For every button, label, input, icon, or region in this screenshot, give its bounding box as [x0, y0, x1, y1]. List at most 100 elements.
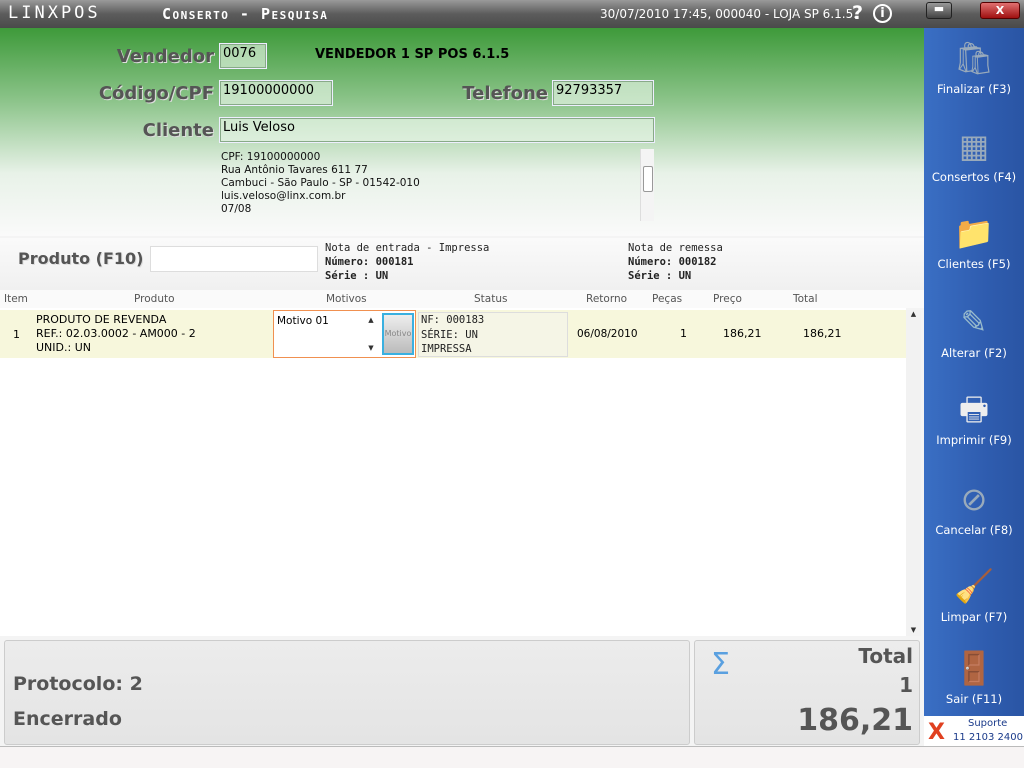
codigo-cpf-input[interactable]: 19100000000: [219, 80, 333, 106]
session-info: 30/07/2010 17:45, 000040 - LOJA SP 6.1.5…: [600, 7, 858, 21]
protocol-status: Encerrado: [13, 708, 122, 730]
broom-icon: 🧹: [954, 567, 994, 605]
window-title: Conserto - Pesquisa: [162, 5, 329, 23]
button-label: Cancelar (F8): [935, 523, 1013, 537]
cell-total: 186,21: [803, 327, 842, 340]
col-motivos[interactable]: Motivos: [326, 293, 367, 305]
cell-produto: PRODUTO DE REVENDA REF.: 02.03.0002 - AM…: [36, 313, 196, 355]
exit-door-icon: 🚪: [954, 649, 994, 687]
col-produto[interactable]: Produto: [134, 293, 175, 305]
cancel-icon: ⊘: [960, 480, 988, 518]
edit-icon: ✎: [960, 303, 988, 341]
address-line: Rua Antônio Tavares 611 77: [221, 164, 368, 176]
protocol-number: Protocolo: 2: [13, 673, 143, 695]
status-serie: SÉRIE: UN: [421, 328, 478, 341]
nota-remessa-serie: Série : UN: [628, 270, 692, 282]
folder-users-icon: 📁: [954, 214, 994, 252]
limpar-button[interactable]: 🧹 Limpar (F7): [924, 558, 1024, 646]
finalizar-button[interactable]: 🛍 Finalizar (F3): [924, 30, 1024, 118]
button-label: Alterar (F2): [941, 346, 1007, 360]
button-label: Imprimir (F9): [936, 433, 1012, 447]
address-line: luis.veloso@linx.com.br: [221, 190, 346, 202]
cell-status: NF: 000183 SÉRIE: UN IMPRESSA: [418, 312, 568, 357]
nota-entrada-title: Nota de entrada - Impressa: [325, 242, 490, 254]
nota-entrada: Nota de entrada - Impressa Número: 00018…: [325, 241, 489, 283]
cliente-label: Cliente: [142, 120, 214, 141]
col-item[interactable]: Item: [4, 293, 28, 305]
sigma-icon: Σ: [711, 647, 730, 682]
action-sidebar: 🛍 Finalizar (F3) ▦ Consertos (F4) 📁 Cliente…: [924, 28, 1024, 716]
produto-input[interactable]: [150, 246, 318, 272]
nota-entrada-numero: Número: 000181: [325, 256, 414, 268]
button-label: Consertos (F4): [931, 170, 1017, 184]
produto-ref: REF.: 02.03.0002 - AM000 - 2: [36, 327, 196, 340]
shopping-bag-icon: 🛍: [953, 39, 995, 77]
col-preco[interactable]: Preço: [713, 293, 742, 305]
status-state: IMPRESSA: [421, 343, 472, 355]
info-icon[interactable]: i: [873, 4, 892, 23]
motivo-button[interactable]: Motivo: [382, 313, 414, 355]
nota-remessa-numero: Número: 000182: [628, 256, 717, 268]
produto-label: Produto (F10): [18, 249, 144, 268]
address-scrollbar[interactable]: [640, 149, 654, 221]
status-nf: NF: 000183: [421, 314, 485, 326]
app-logo: LINXPOS: [8, 3, 101, 23]
produto-name: PRODUTO DE REVENDA: [36, 313, 167, 326]
table-scrollbar[interactable]: ▲ ▼: [906, 310, 921, 636]
telefone-label: Telefone: [462, 83, 548, 104]
document-icon: ▦: [958, 127, 990, 165]
cell-item: 1: [13, 328, 20, 341]
printer-icon: 🖶: [958, 390, 990, 428]
cliente-input[interactable]: Luis Veloso: [219, 117, 655, 143]
close-button[interactable]: X: [980, 2, 1020, 19]
motivo-scrollbar[interactable]: ▲ ▼: [364, 313, 378, 355]
client-address: CPF: 19100000000 Rua Antônio Tavares 611…: [221, 151, 420, 216]
col-status[interactable]: Status: [474, 293, 507, 305]
title-bar: LINXPOS Conserto - Pesquisa 30/07/2010 1…: [0, 0, 1024, 28]
produto-unid: UNID.: UN: [36, 341, 91, 354]
col-total[interactable]: Total: [793, 293, 818, 305]
table-header: Item Produto Motivos Status Retorno Peça…: [0, 290, 924, 308]
scroll-thumb[interactable]: [643, 166, 653, 192]
consertos-button[interactable]: ▦ Consertos (F4): [924, 118, 1024, 206]
clientes-button[interactable]: 📁 Clientes (F5): [924, 205, 1024, 293]
button-label: Clientes (F5): [937, 257, 1011, 271]
total-label: Total: [858, 644, 913, 668]
motivo-cell: Motivo 01 ▲ ▼ Motivo: [273, 310, 416, 358]
total-quantity: 1: [899, 673, 913, 697]
address-line: Cambuci - São Paulo - SP - 01542-010: [221, 177, 420, 189]
linx-logo-icon: X: [928, 720, 945, 745]
nota-remessa: Nota de remessa Número: 000182 Série : U…: [628, 241, 723, 283]
table-row[interactable]: 1 PRODUTO DE REVENDA REF.: 02.03.0002 - …: [0, 310, 906, 358]
vendedor-label: Vendedor: [116, 46, 214, 67]
status-bar: [0, 746, 1024, 768]
minimize-button[interactable]: ▬: [926, 2, 952, 19]
button-label: Sair (F11): [945, 692, 1003, 706]
total-value: 186,21: [797, 703, 913, 738]
support-phone: 11 2103 2400: [953, 732, 1023, 743]
nota-entrada-serie: Série : UN: [325, 270, 389, 282]
telefone-input[interactable]: 92793357: [552, 80, 654, 106]
protocol-panel: Protocolo: 2 Encerrado: [4, 640, 690, 745]
help-icon[interactable]: ?: [852, 2, 863, 24]
vendedor-code-input[interactable]: 0076: [219, 43, 267, 69]
totals-panel: Σ Total 1 186,21: [694, 640, 920, 745]
cell-pecas: 1: [680, 327, 687, 340]
codigo-cpf-label: Código/CPF: [98, 83, 214, 104]
nota-remessa-title: Nota de remessa: [628, 242, 723, 254]
cell-retorno: 06/08/2010: [577, 328, 638, 340]
button-label: Limpar (F7): [940, 610, 1008, 624]
support-label: Suporte: [968, 718, 1008, 729]
sair-button[interactable]: 🚪 Sair (F11): [924, 640, 1024, 728]
button-label: Finalizar (F3): [936, 82, 1012, 96]
alterar-button[interactable]: ✎ Alterar (F2): [924, 294, 1024, 382]
vendedor-name: VENDEDOR 1 SP POS 6.1.5: [315, 47, 510, 62]
address-line: CPF: 19100000000: [221, 151, 321, 163]
cancelar-button[interactable]: ⊘ Cancelar (F8): [924, 471, 1024, 559]
cell-preco: 186,21: [723, 327, 762, 340]
imprimir-button[interactable]: 🖶 Imprimir (F9): [924, 381, 1024, 469]
col-pecas[interactable]: Peças: [652, 293, 682, 305]
address-line: 07/08: [221, 203, 252, 215]
col-retorno[interactable]: Retorno: [586, 293, 627, 305]
motivo-list[interactable]: Motivo 01: [277, 315, 329, 327]
